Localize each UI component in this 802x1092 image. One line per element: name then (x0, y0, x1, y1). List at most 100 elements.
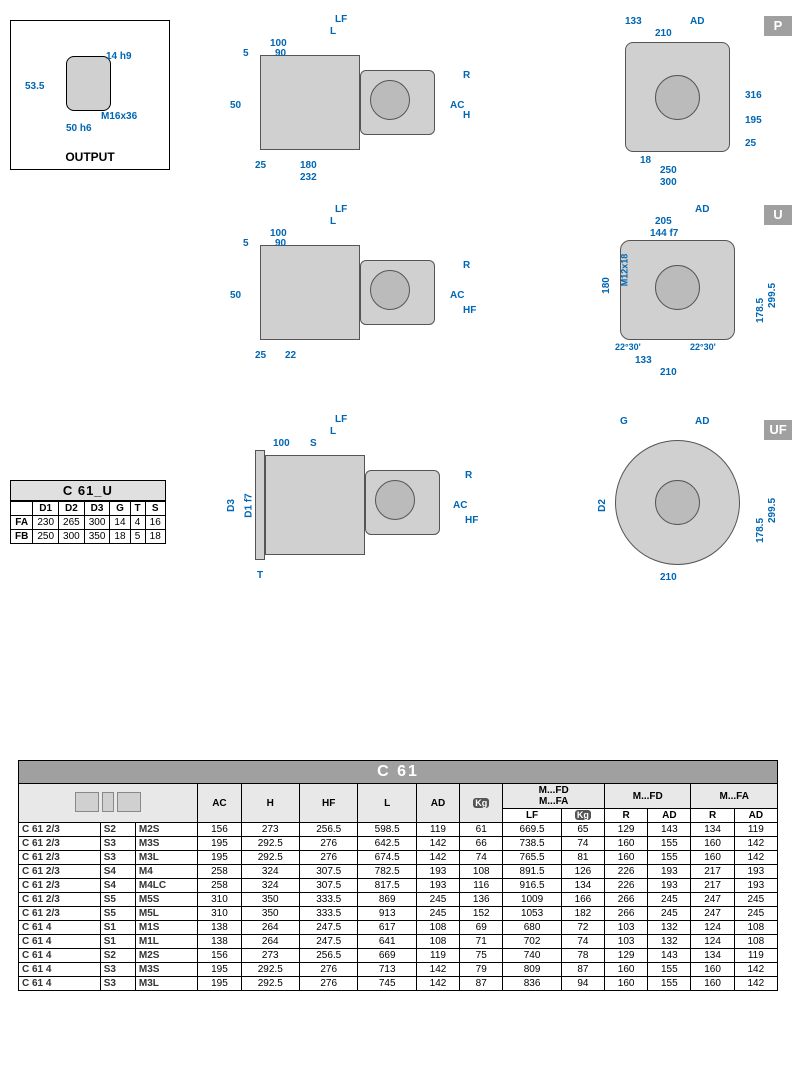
dim-p-H: H (463, 110, 470, 121)
dim-uf2-144: 144 f7 (650, 228, 678, 239)
cell-s: S4 (100, 865, 135, 879)
grp-fa: M...FA (691, 784, 778, 809)
cell: 245 (734, 893, 777, 907)
dim-u-50: 50 (230, 290, 241, 301)
motor-icon (117, 792, 141, 812)
dim-uff-210: 210 (660, 572, 677, 583)
cell: 247.5 (300, 921, 358, 935)
cell: 155 (648, 851, 691, 865)
dim-uff-1785: 178.5 (755, 518, 766, 543)
cell: 307.5 (300, 865, 358, 879)
dim-u-R: R (463, 260, 470, 271)
dim-uf2-133: 133 (635, 355, 652, 366)
cell: 132 (648, 921, 691, 935)
dim-uf2-a1: 22°30' (615, 342, 641, 352)
cell: 134 (561, 879, 604, 893)
cell-model: C 61 4 (19, 935, 101, 949)
cell: 276 (300, 977, 358, 991)
table-row: C 61 2/3S4M4258324307.5782.5193108891.51… (19, 865, 778, 879)
drawing-p-front: 133 AD 210 18 25 195 316 250 300 (600, 20, 770, 180)
cell: 14 (110, 516, 130, 530)
cell: 817.5 (358, 879, 416, 893)
cell: 134 (691, 949, 734, 963)
cell: 124 (691, 935, 734, 949)
cell: 103 (605, 921, 648, 935)
cell-s: S3 (100, 851, 135, 865)
cell: 108 (416, 921, 459, 935)
dim-uf2-2995: 299.5 (767, 283, 778, 308)
cell: 66 (460, 837, 503, 851)
cell: 250 (33, 530, 59, 544)
output-dim-50h6: 50 h6 (66, 123, 92, 134)
dim-uf-L: L (330, 426, 336, 437)
cell: 258 (198, 879, 241, 893)
cell: 247.5 (300, 935, 358, 949)
cell: 1053 (503, 907, 561, 921)
cell: 809 (503, 963, 561, 977)
cell: 642.5 (358, 837, 416, 851)
cell: 108 (734, 921, 777, 935)
row-label: FB (11, 530, 33, 544)
dim-p-R: R (463, 70, 470, 81)
cell-m: M4LC (135, 879, 197, 893)
cell: 138 (198, 935, 241, 949)
cell: 152 (460, 907, 503, 921)
drawing-p-side: LF L 100 5 90 50 25 180 232 AC H R (225, 20, 475, 180)
dim-uf-HF: HF (465, 515, 478, 526)
col-AD1: AD (648, 809, 691, 823)
dim-uf-AC: AC (453, 500, 467, 511)
row-label: FA (11, 516, 33, 530)
cell: 74 (460, 851, 503, 865)
cell: 16 (145, 516, 165, 530)
table-c61: C 61 AC H HF L AD Kg M...FD M...FA M...F… (18, 760, 778, 991)
cell: 245 (648, 907, 691, 921)
cell-s: S3 (100, 977, 135, 991)
cell-s: S2 (100, 823, 135, 837)
output-shaft-icon (66, 56, 111, 111)
cell: 156 (198, 823, 241, 837)
table-row: C 61 4S3M3S195292.5276713142798098716015… (19, 963, 778, 977)
cell: 273 (241, 949, 299, 963)
cell: 745 (358, 977, 416, 991)
cell: 65 (561, 823, 604, 837)
cell: 116 (460, 879, 503, 893)
cell: 142 (416, 837, 459, 851)
cell: 245 (416, 893, 459, 907)
output-dim-53-5: 53.5 (25, 81, 44, 92)
cell: 160 (691, 851, 734, 865)
cell-model: C 61 2/3 (19, 907, 101, 921)
cell: 300 (59, 530, 85, 544)
cell: 74 (561, 935, 604, 949)
dim-uf-S: S (310, 438, 317, 449)
cell: 193 (648, 865, 691, 879)
dim-uff-2995: 299.5 (767, 498, 778, 523)
cell: 142 (416, 963, 459, 977)
cell: 836 (503, 977, 561, 991)
cell: 598.5 (358, 823, 416, 837)
dim-u-HF: HF (463, 305, 476, 316)
cell: 913 (358, 907, 416, 921)
dim-uf2-AD: AD (695, 204, 709, 215)
cell: 669 (358, 949, 416, 963)
cell: 160 (605, 851, 648, 865)
cell: 119 (416, 823, 459, 837)
dim-u-L: L (330, 216, 336, 227)
drawing-u-front: AD 205 144 f7 180 M12x18 178.5 299.5 22°… (600, 210, 770, 380)
table-row: FB25030035018518 (11, 530, 166, 544)
cell: 195 (198, 851, 241, 865)
cell: 333.5 (300, 907, 358, 921)
dim-pf-250: 250 (660, 165, 677, 176)
output-dim-m16: M16x36 (101, 111, 137, 122)
cell-model: C 61 2/3 (19, 865, 101, 879)
cell: 155 (648, 963, 691, 977)
cell: 276 (300, 963, 358, 977)
cell: 61 (460, 823, 503, 837)
cell: 300 (84, 516, 110, 530)
table-c61-title: C 61 (19, 761, 778, 784)
output-title: OUTPUT (11, 150, 169, 164)
cell-model: C 61 2/3 (19, 823, 101, 837)
flange-icon (102, 792, 114, 812)
table-row: C 61 4S1M1L138264247.5641108717027410313… (19, 935, 778, 949)
cell: 132 (648, 935, 691, 949)
col-Kg: Kg (460, 784, 503, 823)
